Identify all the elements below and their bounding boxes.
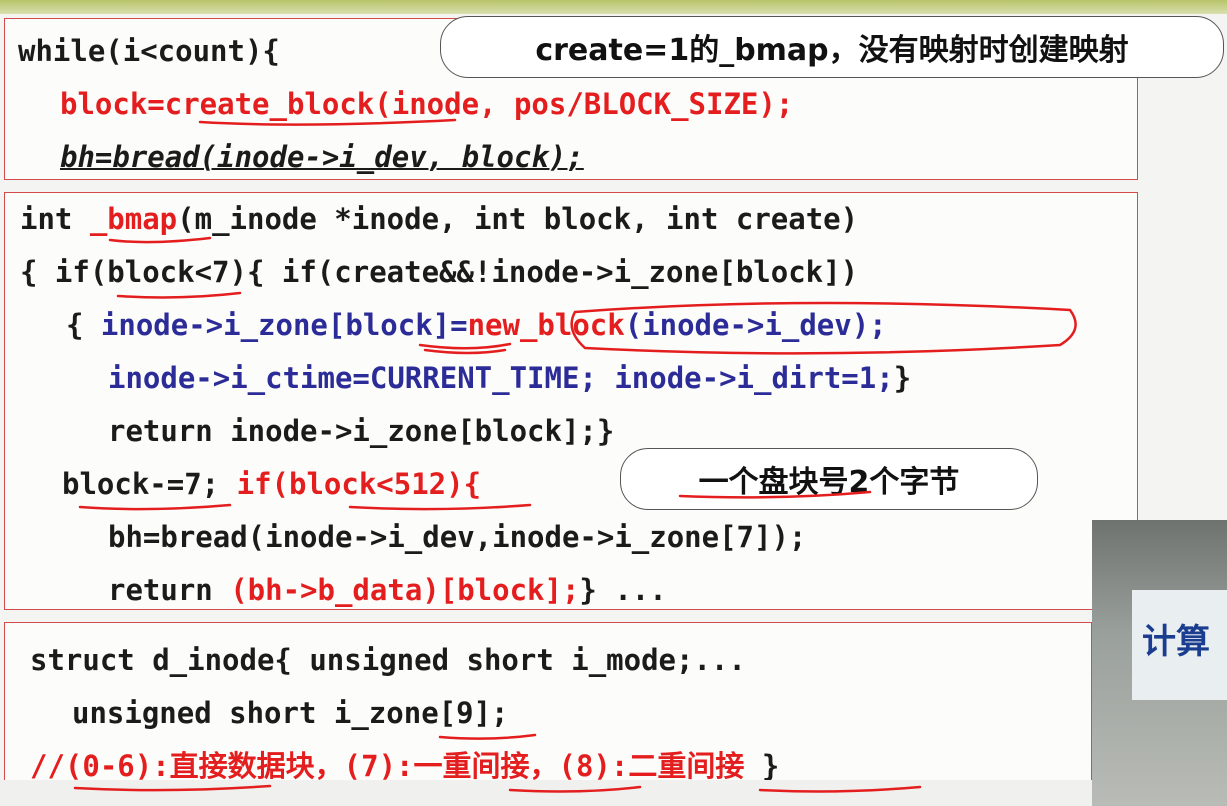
new-block-call: new_block [467, 308, 625, 342]
code-line-zone-comment: //(0-6):直接数据块，(7):一重间接，(8):二重间接 } [30, 749, 780, 783]
code-line-bread: bh=bread(inode->i_dev, block); [60, 140, 584, 174]
code-line-ctime: inode->i_ctime=CURRENT_TIME; inode->i_di… [108, 361, 912, 395]
code-line-if-block-lt-7: { if(block<7){ if(create&&!inode->i_zone… [20, 255, 859, 289]
code-line-i-zone-decl: unsigned short i_zone[9]; [72, 696, 509, 730]
code-line-while: while(i<count){ [18, 34, 280, 68]
code-line-struct-d-inode: struct d_inode{ unsigned short i_mode;..… [30, 643, 746, 677]
callout-block-bytes: 一个盘块号2个字节 [620, 448, 1038, 510]
code-line-bread-indirect: bh=bread(inode->i_dev,inode->i_zone[7]); [108, 520, 807, 554]
code-line-bmap-signature: int _bmap(m_inode *inode, int block, int… [20, 202, 859, 236]
code-line-block-minus-7: block-=7; if(block<512){ [62, 467, 482, 501]
code-line-return-zone: return inode->i_zone[block];} [108, 414, 615, 448]
bmap-function-name: _bmap [89, 202, 178, 236]
code-line-create-block: block=create_block(inode, pos/BLOCK_SIZE… [60, 87, 794, 121]
callout-block-bytes-text: 一个盘块号2个字节 [698, 465, 960, 500]
video-sign-text: 计算 [1142, 622, 1210, 662]
slide-top-bar [0, 0, 1227, 14]
callout-create-bmap: create=1的_bmap，没有映射时创建映射 [440, 16, 1224, 78]
callout-create-bmap-text: create=1的_bmap，没有映射时创建映射 [535, 33, 1129, 68]
code-line-return-bdata: return (bh->b_data)[block];} ... [108, 573, 667, 607]
slide-bottom-bar [0, 780, 1092, 806]
code-line-zone-assign: { inode->i_zone[block]=new_block(inode->… [66, 308, 887, 342]
lecture-video-panel: 计算 [1092, 520, 1227, 806]
